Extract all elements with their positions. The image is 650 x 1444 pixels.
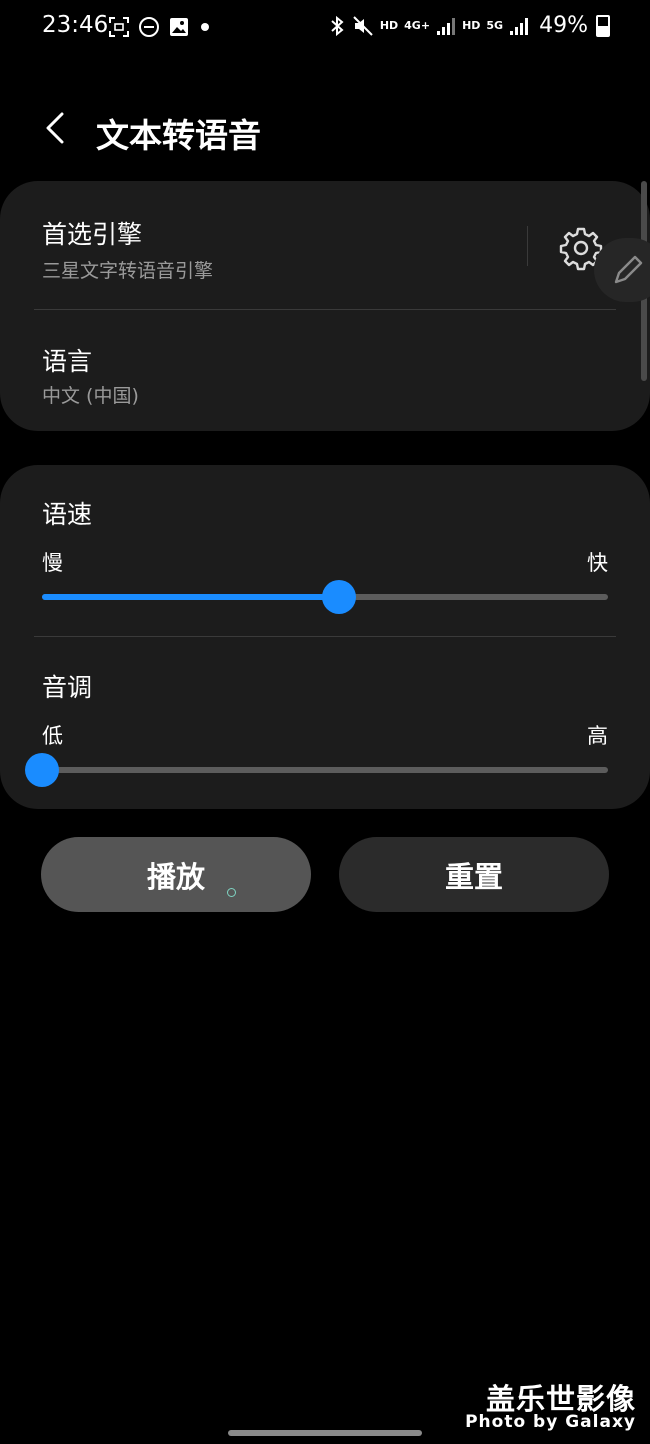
preferred-engine-row[interactable]: 首选引擎 三星文字转语音引擎 (0, 181, 650, 309)
page-title: 文本转语音 (96, 116, 261, 155)
watermark: 盖乐世影像 Photo by Galaxy (465, 1381, 636, 1433)
speech-rate-fill (42, 594, 340, 600)
pitch-label: 音调 (42, 673, 93, 702)
touch-indicator (227, 888, 236, 897)
preferred-engine-value: 三星文字转语音引擎 (42, 260, 214, 282)
bluetooth-icon (331, 15, 344, 36)
language-row[interactable]: 语言 中文 (中国) (0, 310, 650, 431)
watermark-main: 盖乐世影像 (485, 1381, 636, 1416)
mute-icon (353, 15, 373, 36)
hd-label-1: HD (379, 19, 399, 32)
speech-rate-thumb[interactable] (322, 580, 357, 614)
pitch-min-label: 低 (42, 724, 63, 748)
signal-icon (510, 17, 529, 35)
gallery-icon (170, 18, 188, 36)
rate-max-label: 快 (587, 551, 608, 575)
pitch-thumb[interactable] (25, 753, 59, 787)
vertical-divider (527, 226, 528, 266)
dnd-icon (139, 17, 159, 37)
status-left-icons (108, 16, 212, 38)
pen-icon (614, 255, 643, 284)
reset-button[interactable]: 重置 (339, 837, 609, 912)
watermark-sub: Photo by Galaxy (465, 1412, 636, 1433)
5g-label: 5G (486, 19, 504, 32)
battery-percent: 49% (539, 13, 588, 38)
rate-min-label: 慢 (42, 551, 63, 575)
play-button[interactable]: 播放 (41, 837, 311, 912)
signal-icon (437, 17, 456, 35)
pitch-slider[interactable] (25, 753, 608, 787)
navigation-handle[interactable] (228, 1430, 422, 1436)
screenshot-icon (109, 17, 129, 37)
chevron-left-icon (46, 112, 64, 144)
status-bar: 23:46 HD 4G+ HD 5G 49% (0, 0, 650, 56)
row-divider (34, 636, 616, 637)
language-label: 语言 (42, 347, 93, 376)
dot-icon (201, 23, 209, 31)
status-right-icons: HD 4G+ HD 5G 49% (328, 13, 610, 38)
speech-rate-slider[interactable] (42, 580, 608, 614)
language-value: 中文 (中国) (42, 385, 139, 407)
back-button[interactable] (38, 108, 74, 148)
engine-settings-card: 首选引擎 三星文字转语音引擎 语言 中文 (中国) (0, 181, 650, 431)
edit-floating-button[interactable] (594, 238, 650, 302)
battery-icon (596, 14, 610, 37)
status-time: 23:46 (42, 12, 109, 38)
speech-settings-card: 语速 慢 快 音调 低 高 (0, 465, 650, 809)
4g-label: 4G+ (404, 19, 431, 32)
preferred-engine-label: 首选引擎 (42, 220, 143, 249)
pitch-max-label: 高 (587, 724, 608, 748)
app-header: 文本转语音 (0, 100, 650, 160)
hd-label-2: HD (462, 19, 481, 32)
speech-rate-label: 语速 (42, 500, 93, 529)
